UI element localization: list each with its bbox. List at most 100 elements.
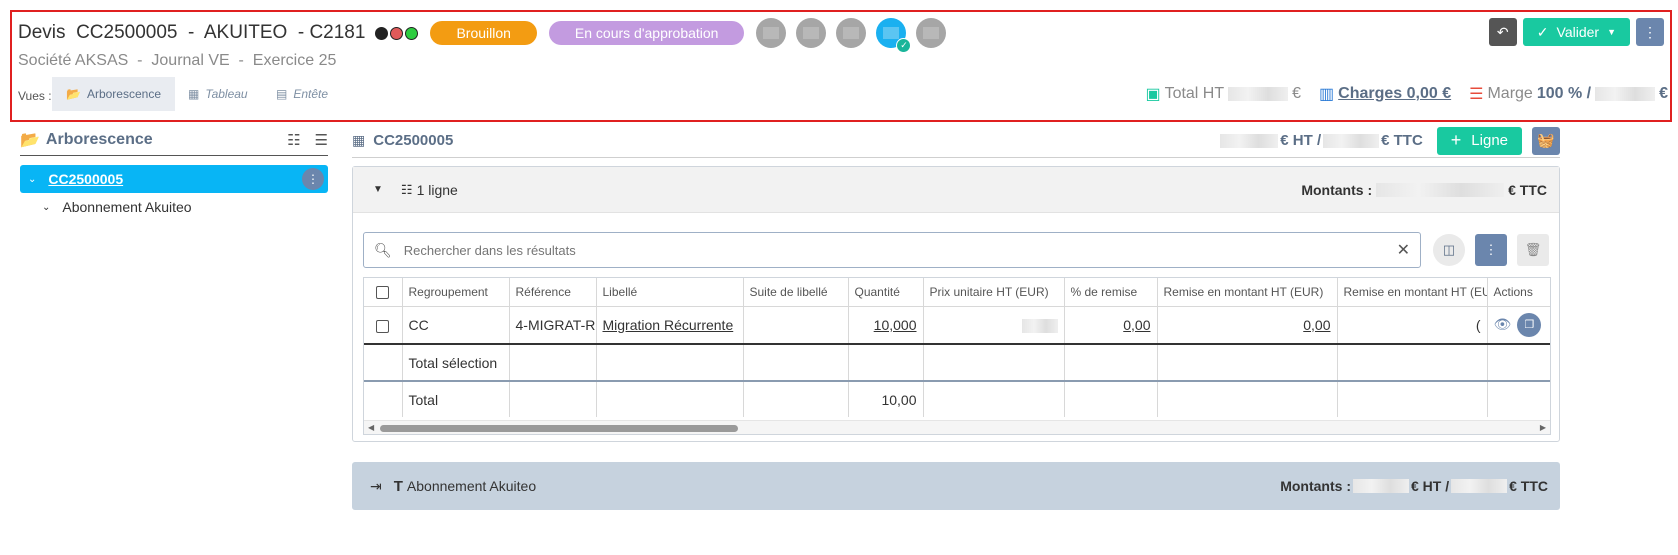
page-title: Devis CC2500005 - AKUITEO - C2181 [18,22,366,43]
chevron-down-icon[interactable]: ⌄ [28,174,36,185]
cell-libelle[interactable]: Migration Récurrente [596,306,744,345]
tree-item-more-button[interactable]: ⋮ [302,168,324,190]
workflow-step-5[interactable] [916,18,947,48]
delete-button[interactable]: 🗑︎ [1517,234,1549,266]
more-options-button[interactable]: ⋮ [1636,18,1664,46]
cell-remise-montant-2[interactable]: ( [1337,306,1488,345]
lines-group-header[interactable]: ▼ ☷ 1 ligne Montants : € TTC [353,167,1559,213]
select-all-header[interactable] [364,278,403,307]
scrollbar-thumb[interactable] [380,425,738,432]
tree-tools: ☷ ☰ [287,131,328,149]
tree-panel-title: Arborescence [45,130,153,148]
search-input[interactable] [403,242,1397,258]
workflow-step-1[interactable] [756,18,787,48]
status-dots [375,26,419,40]
search-row: 🔍︎ ✕ ◫ ⋮ 🗑︎ [363,232,1551,268]
empty-cell [743,381,849,417]
total-row: Total 10,00 [364,381,1550,417]
marge-value: 100 % / [1536,85,1592,102]
table-header-row: Regroupement Référence Libellé Suite de … [364,278,1550,307]
empty-cell [596,344,744,382]
column-header[interactable]: Regroupement [402,278,510,307]
tree-item-child[interactable]: ⌄ Abonnement Akuiteo [20,199,328,215]
workflow-step-3[interactable] [836,18,867,48]
vertical-dots-icon: ⋮ [1643,23,1657,40]
workflow-step-4-active[interactable]: ✓ [876,18,912,53]
empty-cell [848,344,924,382]
column-header[interactable]: Quantité [848,278,924,307]
group-amounts-suffix: € TTC [1508,181,1547,198]
table-row[interactable]: CC 4-MIGRAT-R Migration Récurrente 10,00… [364,306,1550,345]
charges[interactable]: ▥ Charges 0,00 € [1319,84,1451,104]
column-header[interactable]: Prix unitaire HT (EUR) [923,278,1065,307]
header-actions: ↶ ✓ Valider ▼ ⋮ [1488,18,1664,46]
main-amounts: € HT / € TTC [1220,132,1423,149]
empty-cell [743,344,849,382]
clear-search-icon[interactable]: ✕ [1397,240,1410,260]
text-group[interactable]: ⇥ T Abonnement Akuiteo Montants : € HT /… [352,462,1560,510]
cell-suite[interactable] [743,306,849,345]
cell-prix[interactable] [923,306,1065,345]
column-header: Actions [1487,278,1550,307]
total-selection-row: Total sélection [364,344,1550,382]
status-dot-black[interactable] [375,26,389,40]
sliders-icon: ☰ [1469,86,1484,103]
cell-reference[interactable]: 4-MIGRAT-R [509,306,597,345]
file-header-icon: ▤ [276,87,288,101]
workflow-step-2[interactable] [796,18,827,48]
basket-button[interactable]: 🧺 [1532,126,1560,155]
empty-cell [1337,381,1488,417]
table-options-button[interactable]: ⋮ [1475,234,1507,266]
status-dot-green[interactable] [405,26,419,40]
page-subtitle: Société AKSAS - Journal VE - Exercice 25 [18,52,337,69]
main-panel: ▦ CC2500005 € HT / € TTC + Ligne 🧺 ▼ ☷ 1… [352,124,1560,510]
tab-tableau[interactable]: ▦ Tableau [174,77,262,111]
column-header[interactable]: Libellé [596,278,744,307]
duplicate-button[interactable]: ❐ [1517,312,1542,337]
scroll-left-icon[interactable]: ◀ [368,423,374,432]
row-checkbox[interactable] [376,319,390,333]
column-header[interactable]: Référence [509,278,597,307]
horizontal-scrollbar[interactable]: ◀ ▶ [364,420,1550,434]
eye-icon[interactable]: 👁 [1494,316,1512,333]
column-header[interactable]: % de remise [1064,278,1158,307]
empty-cell [1064,344,1158,382]
tree-item-child-label[interactable]: Abonnement Akuiteo [62,199,191,215]
main-panel-title: CC2500005 [373,132,454,149]
scroll-right-icon[interactable]: ▶ [1540,423,1546,432]
empty-cell [1064,381,1158,417]
add-line-button[interactable]: + Ligne [1436,126,1522,155]
row-select-cell[interactable] [364,306,403,345]
indent-icon[interactable]: ☰ [315,131,328,149]
text-group-ttc-blurred [1451,479,1508,493]
caret-down-icon[interactable]: ▼ [373,184,383,195]
column-header[interactable]: Remise en montant HT (EUR [1337,278,1488,307]
cell-remise-pct[interactable]: 0,00 [1064,306,1158,345]
column-header[interactable]: Remise en montant HT (EUR) [1157,278,1338,307]
expand-all-icon[interactable]: ☷ [287,131,300,149]
column-header[interactable]: Suite de libellé [743,278,849,307]
chevron-down-icon[interactable]: ⌄ [42,202,50,213]
add-line-label: Ligne [1471,132,1508,149]
table-icon: ▦ [188,87,200,101]
valider-button[interactable]: ✓ Valider ▼ [1522,18,1630,46]
empty-cell [596,381,744,417]
text-icon: T [393,477,403,495]
search-box[interactable]: 🔍︎ ✕ [363,232,1421,268]
status-dot-red[interactable] [390,26,404,40]
undo-button[interactable]: ↶ [1488,18,1517,46]
tab-arborescence[interactable]: 📂 Arborescence [52,77,175,111]
total-ht-label: Total HT [1164,85,1225,102]
cell-regroupement[interactable]: CC [402,306,510,345]
select-all-checkbox[interactable] [376,285,390,299]
tree-item-root[interactable]: ⌄ CC2500005 ⋮ [20,165,328,193]
cell-remise-montant[interactable]: 0,00 [1157,306,1338,345]
charges-link[interactable]: Charges 0,00 € [1338,85,1451,103]
table-icon: ▦ [352,132,366,148]
lines-count: 1 ligne [416,181,458,198]
tree-item-root-label[interactable]: CC2500005 [48,171,123,187]
columns-button[interactable]: ◫ [1433,234,1465,266]
cell-quantite[interactable]: 10,000 [848,306,924,345]
sign-in-icon[interactable]: ⇥ [370,478,382,495]
tab-entete[interactable]: ▤ Entête [262,77,342,111]
